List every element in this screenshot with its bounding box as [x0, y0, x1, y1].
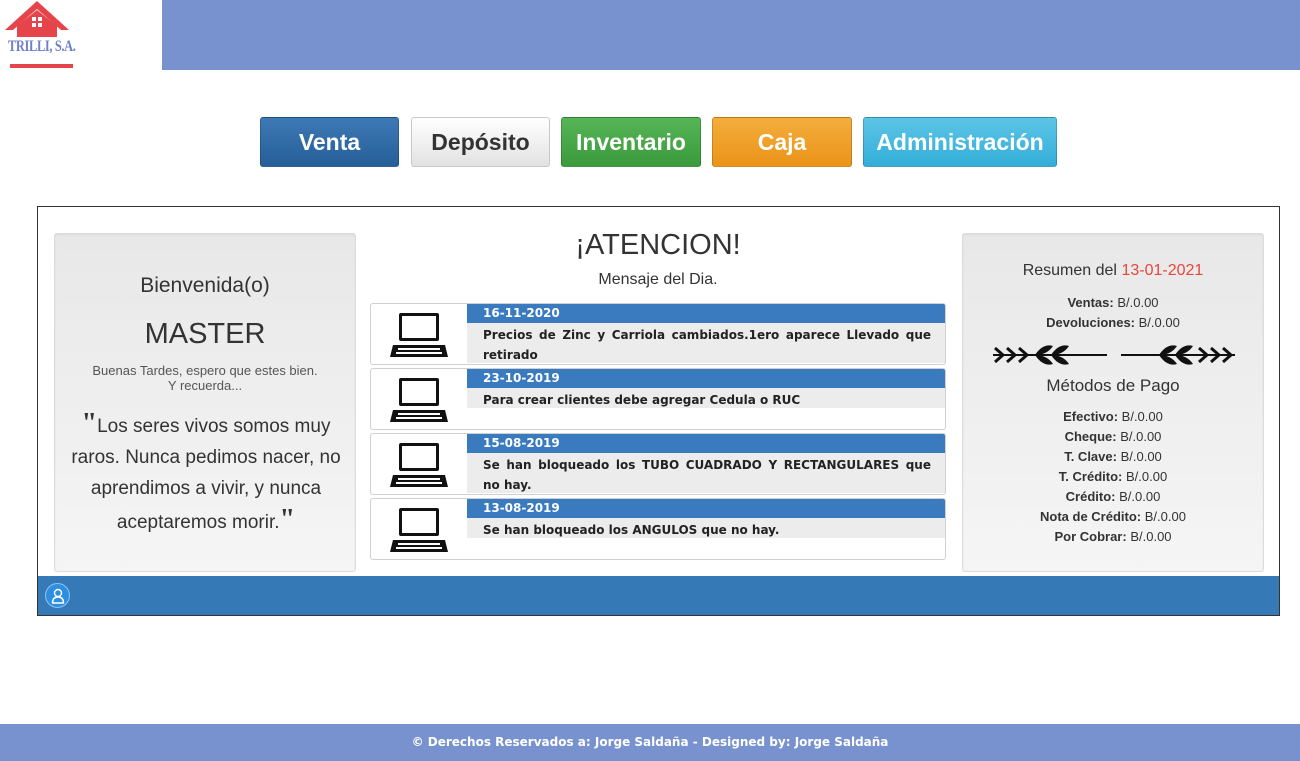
- ventas-line: Ventas: B/.0.00: [963, 295, 1263, 310]
- ventas-value: B/.0.00: [1117, 295, 1159, 310]
- administracion-button[interactable]: Administración: [863, 117, 1057, 167]
- payment-method-label: Por Cobrar:: [1054, 529, 1127, 544]
- welcome-card: Bienvenida(o) MASTER Buenas Tardes, espe…: [54, 233, 356, 572]
- summary-card: Resumen del 13-01-2021 Ventas: B/.0.00 D…: [962, 233, 1264, 572]
- venta-button[interactable]: Venta: [260, 117, 399, 167]
- ventas-label: Ventas:: [1067, 295, 1114, 310]
- payment-method-label: T. Clave:: [1064, 449, 1117, 464]
- inventario-button[interactable]: Inventario: [561, 117, 701, 167]
- devoluciones-value: B/.0.00: [1138, 315, 1180, 330]
- arrow-divider-icon: [993, 345, 1235, 365]
- quote-text: Los seres vivos somos muy raros. Nunca p…: [71, 416, 341, 533]
- summary-title: Resumen del 13-01-2021: [963, 262, 1263, 280]
- payment-method-label: Nota de Crédito:: [1040, 509, 1142, 524]
- house-logo-icon: [5, 1, 69, 37]
- payment-method-line: Cheque: B/.0.00: [963, 429, 1263, 444]
- logo[interactable]: TRILLI, S.A.: [4, 0, 76, 70]
- payment-method-line: Nota de Crédito: B/.0.00: [963, 509, 1263, 524]
- header-band: [162, 0, 1300, 70]
- payment-method-line: Efectivo: B/.0.00: [963, 409, 1263, 424]
- greeting-line-1: Buenas Tardes, espero que estes bien.: [92, 363, 318, 378]
- payment-method-value: B/.0.00: [1120, 429, 1162, 444]
- welcome-title: Bienvenida(o): [140, 274, 270, 297]
- devoluciones-line: Devoluciones: B/.0.00: [963, 315, 1263, 330]
- message-date: 16-11-2020: [467, 304, 945, 323]
- payment-method-value: B/.0.00: [1125, 469, 1168, 484]
- message-date: 15-08-2019: [467, 434, 945, 453]
- message-text: Se han bloqueado los TUBO CUADRADO Y REC…: [467, 453, 945, 493]
- logo-underline: [10, 64, 73, 68]
- user-name: MASTER: [144, 318, 266, 350]
- message-item: 15-08-2019 Se han bloqueado los TUBO CUA…: [370, 433, 946, 495]
- payment-method-value: B/.0.00: [1120, 449, 1162, 464]
- payment-method-line: Por Cobrar: B/.0.00: [963, 529, 1263, 544]
- user-icon[interactable]: [45, 583, 70, 608]
- message-text: Para crear clientes debe agregar Cedula …: [467, 388, 945, 408]
- message-item: 16-11-2020 Precios de Zinc y Carriola ca…: [370, 303, 946, 365]
- greeting-line-2: Y recuerda...: [167, 378, 243, 393]
- deposito-button[interactable]: Depósito: [411, 117, 550, 167]
- message-date: 13-08-2019: [467, 499, 945, 518]
- payment-method-label: Cheque:: [1064, 429, 1117, 444]
- close-quote-mark: ": [279, 504, 296, 535]
- payment-method-line: T. Clave: B/.0.00: [963, 449, 1263, 464]
- message-item: 13-08-2019 Se han bloqueado los ANGULOS …: [370, 498, 946, 560]
- status-bar: [38, 576, 1279, 615]
- greeting: Buenas Tardes, espero que estes bien. Y …: [55, 363, 355, 393]
- caja-button[interactable]: Caja: [712, 117, 852, 167]
- quote: "Los seres vivos somos muy raros. Nunca …: [69, 408, 343, 538]
- summary-date: 13-01-2021: [1121, 262, 1204, 279]
- payment-method-line: Crédito: B/.0.00: [963, 489, 1263, 504]
- dashboard-panel: Bienvenida(o) MASTER Buenas Tardes, espe…: [37, 206, 1280, 616]
- message-date: 23-10-2019: [467, 369, 945, 388]
- laptop-icon: [371, 499, 467, 559]
- devoluciones-label: Devoluciones:: [1046, 315, 1136, 330]
- logo-text: TRILLI, S.A.: [8, 38, 76, 55]
- message-text: Se han bloqueado los ANGULOS que no hay.: [467, 518, 945, 538]
- open-quote-mark: ": [81, 408, 98, 439]
- payment-method-value: B/.0.00: [1121, 409, 1163, 424]
- payment-method-value: B/.0.00: [1144, 509, 1186, 524]
- notice-title: ¡ATENCION!: [575, 229, 741, 261]
- payment-methods-title: Métodos de Pago: [1046, 376, 1180, 395]
- payment-method-value: B/.0.00: [1130, 529, 1172, 544]
- main-menu: Venta Depósito Inventario Caja Administr…: [0, 117, 1300, 167]
- payment-method-label: Crédito:: [1065, 489, 1116, 504]
- notice-subtitle: Mensaje del Dia.: [598, 271, 718, 288]
- payment-method-value: B/.0.00: [1119, 489, 1161, 504]
- payment-method-label: Efectivo:: [1063, 409, 1119, 424]
- laptop-icon: [371, 304, 467, 364]
- payment-method-line: T. Crédito: B/.0.00: [963, 469, 1263, 484]
- summary-title-text: Resumen del: [1022, 262, 1117, 279]
- payment-method-label: T. Crédito:: [1058, 469, 1123, 484]
- laptop-icon: [371, 369, 467, 429]
- message-item: 23-10-2019 Para crear clientes debe agre…: [370, 368, 946, 430]
- footer: © Derechos Reservados a: Jorge Saldaña -…: [0, 724, 1300, 761]
- laptop-icon: [371, 434, 467, 494]
- top-bar: TRILLI, S.A.: [0, 0, 1300, 70]
- message-text: Precios de Zinc y Carriola cambiados.1er…: [467, 323, 945, 363]
